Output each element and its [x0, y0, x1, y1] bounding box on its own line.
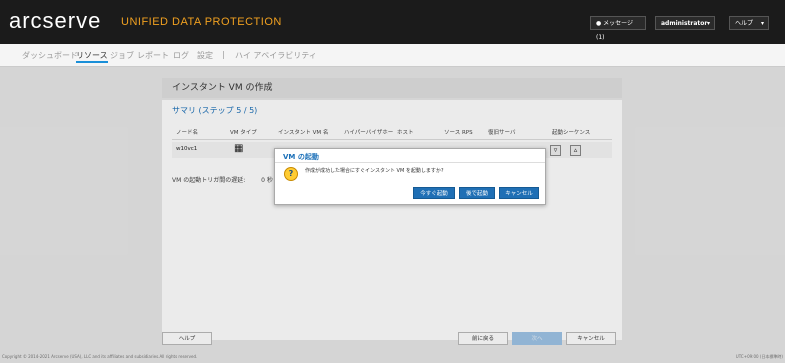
dialog-divider — [275, 162, 545, 163]
tab-settings[interactable]: 設定 — [197, 50, 213, 61]
nav-divider: | — [222, 50, 225, 59]
start-later-button[interactable]: 後で起動 — [459, 187, 495, 199]
tab-high-availability[interactable]: ハイ アベイラビリティ — [235, 50, 317, 61]
tab-logs[interactable]: ログ — [173, 50, 189, 61]
question-icon: ? — [284, 167, 298, 181]
tab-resources[interactable]: リソース — [76, 50, 108, 63]
dialog-cancel-button[interactable]: キャンセル — [499, 187, 539, 199]
user-menu-button[interactable]: administrator ▾ — [655, 16, 715, 30]
tab-dashboard[interactable]: ダッシュボード — [22, 50, 78, 61]
modal-overlay — [0, 66, 785, 363]
main-nav: ダッシュボード リソース ジョブ レポート ログ 設定 | ハイ アベイラビリテ… — [0, 44, 785, 67]
product-name: UNIFIED DATA PROTECTION — [121, 16, 282, 28]
dialog-message: 作成が成功した場合にすぐインスタント VM を起動しますか? — [305, 168, 444, 174]
help-menu-button[interactable]: ヘルプ ▾ — [729, 16, 769, 30]
arcserve-logo: arcserve — [9, 8, 102, 33]
start-vm-dialog: VM の起動 ? 作成が成功した場合にすぐインスタント VM を起動しますか? … — [274, 148, 546, 205]
chevron-down-icon: ▾ — [760, 20, 764, 27]
tab-jobs[interactable]: ジョブ — [110, 50, 134, 61]
dialog-title: VM の起動 — [283, 153, 319, 161]
help-label: ヘルプ — [735, 20, 754, 27]
top-bar: arcserve UNIFIED DATA PROTECTION ● メッセージ… — [0, 0, 785, 44]
user-label: administrator — [661, 20, 708, 27]
messages-button[interactable]: ● メッセージ (1) — [590, 16, 646, 41]
start-now-button[interactable]: 今すぐ起動 — [413, 187, 455, 199]
chevron-down-icon: ▾ — [706, 20, 710, 27]
tab-reports[interactable]: レポート — [137, 50, 169, 61]
